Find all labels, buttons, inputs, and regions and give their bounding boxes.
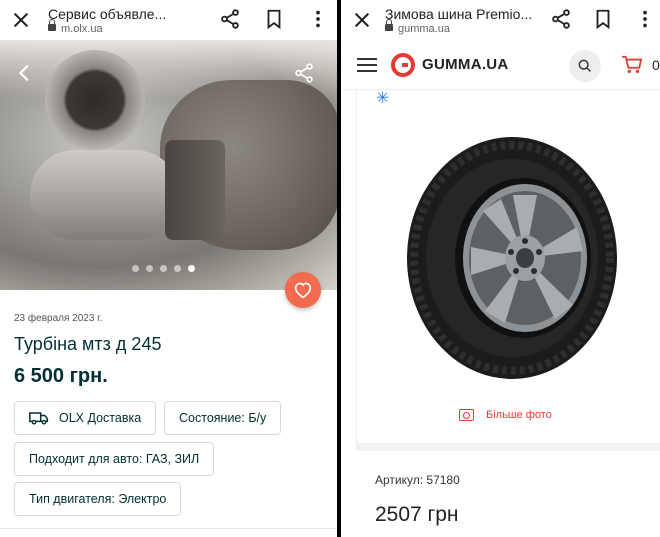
listing-date: 23 февраля 2023 г. xyxy=(14,313,103,324)
fits-tag[interactable]: Подходит для авто: ГАЗ, ЗИЛ xyxy=(14,442,215,476)
logo-mark-icon xyxy=(391,52,415,77)
article-number: Артикул: 57180 xyxy=(375,473,460,487)
bookmark-icon[interactable] xyxy=(263,8,285,30)
address-bar[interactable]: Сервис объявле... m.olx.ua xyxy=(48,6,198,35)
engine-tag-label: Тип двигателя: Электро xyxy=(29,492,167,506)
gallery-dot[interactable] xyxy=(132,265,139,272)
logo-text: GUMMA.UA xyxy=(422,56,509,73)
condition-tag[interactable]: Состояние: Б/у xyxy=(164,401,282,435)
share-photo-icon[interactable] xyxy=(293,62,315,84)
lock-icon xyxy=(385,18,393,31)
section-divider xyxy=(356,443,660,451)
more-photos-link[interactable]: Більше фото xyxy=(459,409,552,421)
winter-snowflake-icon: ✳ xyxy=(376,90,390,107)
product-price: 2507 грн xyxy=(375,503,459,526)
listing-price: 6 500 грн. xyxy=(14,365,108,387)
listing-title: Турбіна мтз д 245 xyxy=(14,334,162,354)
gallery-dot[interactable] xyxy=(146,265,153,272)
browser-toolbar: Сервис объявле... m.olx.ua xyxy=(0,0,337,40)
more-menu-icon[interactable] xyxy=(634,8,656,30)
site-header: GUMMA.UA 0 xyxy=(341,40,660,90)
fits-tag-label: Подходит для авто: ГАЗ, ЗИЛ xyxy=(29,452,200,466)
site-logo[interactable]: GUMMA.UA xyxy=(391,52,509,77)
camera-icon xyxy=(459,409,474,421)
search-icon xyxy=(578,59,591,72)
page-title: Сервис объявле... xyxy=(48,5,167,22)
share-icon[interactable] xyxy=(550,8,572,30)
page-title: Зимова шина Premio... xyxy=(385,5,533,22)
turbo-pipe-shape xyxy=(30,150,180,240)
page-domain: m.olx.ua xyxy=(61,22,103,35)
turbo-flange-shape xyxy=(165,140,225,240)
divider xyxy=(0,528,337,529)
address-bar[interactable]: Зимова шина Premio... gumma.ua xyxy=(385,6,540,35)
page-domain: gumma.ua xyxy=(398,22,450,35)
gallery-pagination xyxy=(132,265,195,272)
listing-photo[interactable] xyxy=(0,40,337,290)
gallery-dot-active[interactable] xyxy=(188,265,195,272)
bookmark-icon[interactable] xyxy=(592,8,614,30)
turbo-inlet-shape xyxy=(45,50,145,150)
engine-tag[interactable]: Тип двигателя: Электро xyxy=(14,482,182,516)
close-tab-icon[interactable] xyxy=(353,11,371,29)
lock-icon xyxy=(48,18,56,31)
cart-icon[interactable] xyxy=(621,55,643,75)
browser-toolbar: Зимова шина Premio... gumma.ua xyxy=(341,0,660,40)
divider xyxy=(356,90,357,450)
delivery-tag-label: OLX Доставка xyxy=(59,411,142,425)
delivery-tag[interactable]: OLX Доставка xyxy=(14,401,157,435)
olx-screen: Сервис объявле... m.olx.ua 23 февраля 20… xyxy=(0,0,337,537)
gumma-screen: Зимова шина Premio... gumma.ua GUMMA.UA … xyxy=(341,0,660,537)
gallery-dot[interactable] xyxy=(160,265,167,272)
more-menu-icon[interactable] xyxy=(307,8,329,30)
truck-icon xyxy=(29,412,49,425)
tire-image[interactable] xyxy=(405,135,619,381)
gallery-dot[interactable] xyxy=(174,265,181,272)
hamburger-menu-icon[interactable] xyxy=(357,57,377,72)
back-arrow-icon[interactable] xyxy=(14,62,36,84)
share-icon[interactable] xyxy=(219,8,241,30)
favorite-button[interactable] xyxy=(285,272,321,308)
condition-tag-label: Состояние: Б/у xyxy=(179,411,267,425)
search-button[interactable] xyxy=(569,50,601,82)
heart-icon xyxy=(294,282,312,299)
close-tab-icon[interactable] xyxy=(12,11,30,29)
more-photos-label: Більше фото xyxy=(486,409,552,421)
cart-count: 0 xyxy=(652,57,660,73)
